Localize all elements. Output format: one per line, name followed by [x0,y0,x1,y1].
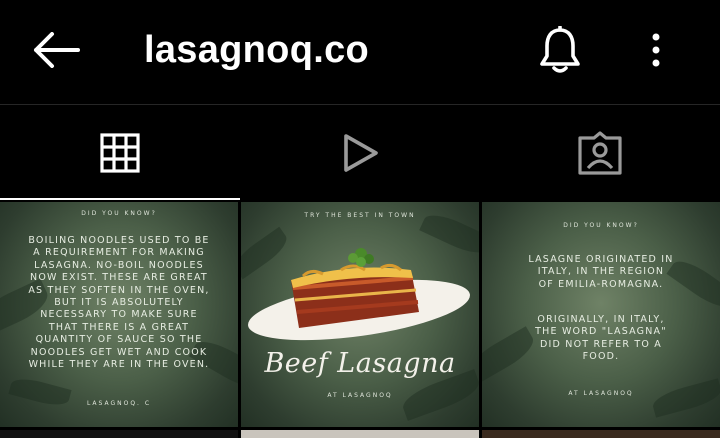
post-tile[interactable]: TRY THE BEST IN TOWN Beef Lasagna AT LAS… [241,202,479,427]
post-kicker: TRY THE BEST IN TOWN [304,212,416,219]
profile-username: lasagnoq.co [144,29,370,71]
post-tile[interactable]: DID YOU KNOW? LASAGNE ORIGINATED IN ITAL… [482,202,720,427]
vertical-dots-icon [652,33,660,67]
notifications-button[interactable] [534,24,586,76]
post-tile[interactable] [482,430,720,438]
post-caption-text: LASAGNE ORIGINATED IN ITALY, IN THE REGI… [528,254,674,290]
tab-tagged[interactable] [480,105,720,200]
bell-icon [540,26,580,73]
post-caption-text: ORIGINALLY, IN ITALY, THE WORD "LASAGNA"… [535,314,667,363]
tagged-person-icon [578,130,622,175]
profile-header: lasagnoq.co [0,0,720,104]
post-kicker: DID YOU KNOW? [81,210,157,217]
play-icon [344,133,378,172]
profile-tabs [0,105,720,200]
grid-icon [100,132,140,173]
tab-reels[interactable] [240,105,480,200]
arrow-left-icon [34,32,80,68]
post-tile[interactable] [0,430,238,438]
lasagna-plate-image [248,248,470,341]
post-footer: AT LASAGNOQ [568,390,634,397]
tab-posts-grid[interactable] [0,105,240,200]
post-footer: LASAGNOQ. C [86,400,152,407]
posts-grid: DID YOU KNOW? BOILING NOODLES USED TO BE… [0,202,720,438]
back-button[interactable] [28,28,84,72]
post-kicker: DID YOU KNOW? [563,222,639,229]
post-title: Beef Lasagna [264,348,456,379]
post-footer: AT LASAGNOQ [327,392,393,399]
post-tile[interactable] [241,430,479,438]
more-options-button[interactable] [636,26,676,74]
post-tile[interactable]: DID YOU KNOW? BOILING NOODLES USED TO BE… [0,202,238,427]
post-caption-text: BOILING NOODLES USED TO BE A REQUIREMENT… [28,235,210,371]
